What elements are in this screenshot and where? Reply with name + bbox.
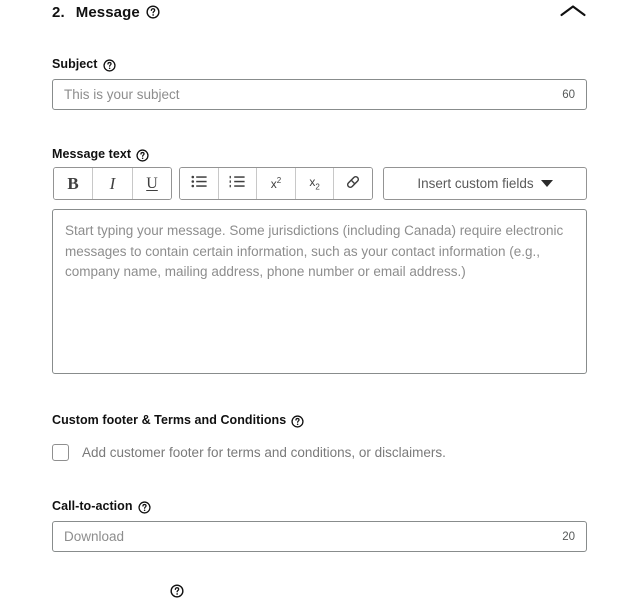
insert-custom-fields-label: Insert custom fields — [417, 176, 534, 191]
custom-footer-label-text: Custom footer & Terms and Conditions — [52, 413, 287, 427]
bold-button[interactable]: B — [54, 168, 93, 199]
italic-button[interactable]: I — [93, 168, 133, 199]
bulleted-list-icon — [191, 175, 207, 192]
help-circle-icon[interactable] — [146, 5, 160, 19]
help-circle-icon[interactable] — [137, 500, 151, 514]
subject-label-text: Subject — [52, 57, 98, 71]
subscript-icon: x2 — [309, 174, 320, 192]
message-text-area[interactable]: Start typing your message. Some jurisdic… — [52, 209, 587, 374]
underline-button[interactable]: U — [133, 168, 171, 199]
call-to-action-input[interactable]: Download 20 — [52, 521, 587, 552]
message-section-panel: 2. Message Subject This is your subject … — [0, 0, 635, 598]
message-text-label: Message text — [52, 147, 149, 162]
subject-input-placeholder: This is your subject — [64, 87, 180, 102]
subject-input[interactable]: This is your subject 60 — [52, 79, 587, 110]
text-style-toolbar-group: B I U — [53, 167, 172, 200]
custom-footer-checkbox-label: Add customer footer for terms and condit… — [82, 445, 446, 460]
call-to-action-label: Call-to-action — [52, 499, 151, 514]
section-header: 2. Message — [0, 0, 635, 30]
subscript-button[interactable]: x2 — [295, 168, 335, 199]
chevron-up-icon — [559, 3, 587, 24]
message-text-placeholder: Start typing your message. Some jurisdic… — [65, 223, 564, 279]
subject-label: Subject — [52, 57, 116, 72]
help-circle-icon[interactable] — [291, 414, 304, 428]
subject-char-counter: 60 — [562, 88, 575, 101]
bold-icon: B — [67, 173, 79, 193]
custom-footer-label: Custom footer & Terms and Conditions — [52, 413, 304, 428]
message-text-label-text: Message text — [52, 147, 132, 161]
link-icon — [345, 174, 361, 194]
numbered-list-icon — [229, 175, 245, 192]
superscript-icon: x2 — [270, 176, 282, 191]
section-title-text: Message — [75, 4, 140, 21]
custom-footer-checkbox[interactable] — [52, 444, 69, 461]
collapse-section-button[interactable] — [558, 2, 588, 24]
call-to-action-placeholder: Download — [64, 529, 125, 544]
link-button[interactable] — [334, 168, 372, 199]
bulleted-list-button[interactable] — [180, 168, 219, 199]
insert-custom-fields-dropdown[interactable]: Insert custom fields — [383, 167, 587, 200]
page-title: 2. Message — [52, 3, 160, 21]
help-circle-icon[interactable] — [136, 148, 149, 162]
caret-down-icon — [540, 180, 553, 187]
italic-icon: I — [109, 173, 116, 193]
call-to-action-label-text: Call-to-action — [52, 499, 133, 513]
custom-footer-checkbox-row[interactable]: Add customer footer for terms and condit… — [52, 444, 446, 461]
help-circle-icon[interactable] — [102, 58, 116, 72]
numbered-list-button[interactable] — [218, 168, 258, 199]
insert-toolbar-group: x2 x2 — [179, 167, 373, 200]
section-number: 2. — [52, 4, 65, 21]
next-field-help-circle-icon[interactable] — [170, 584, 184, 598]
call-to-action-char-counter: 20 — [562, 530, 575, 543]
underline-icon: U — [146, 174, 158, 192]
superscript-button[interactable]: x2 — [257, 168, 296, 199]
